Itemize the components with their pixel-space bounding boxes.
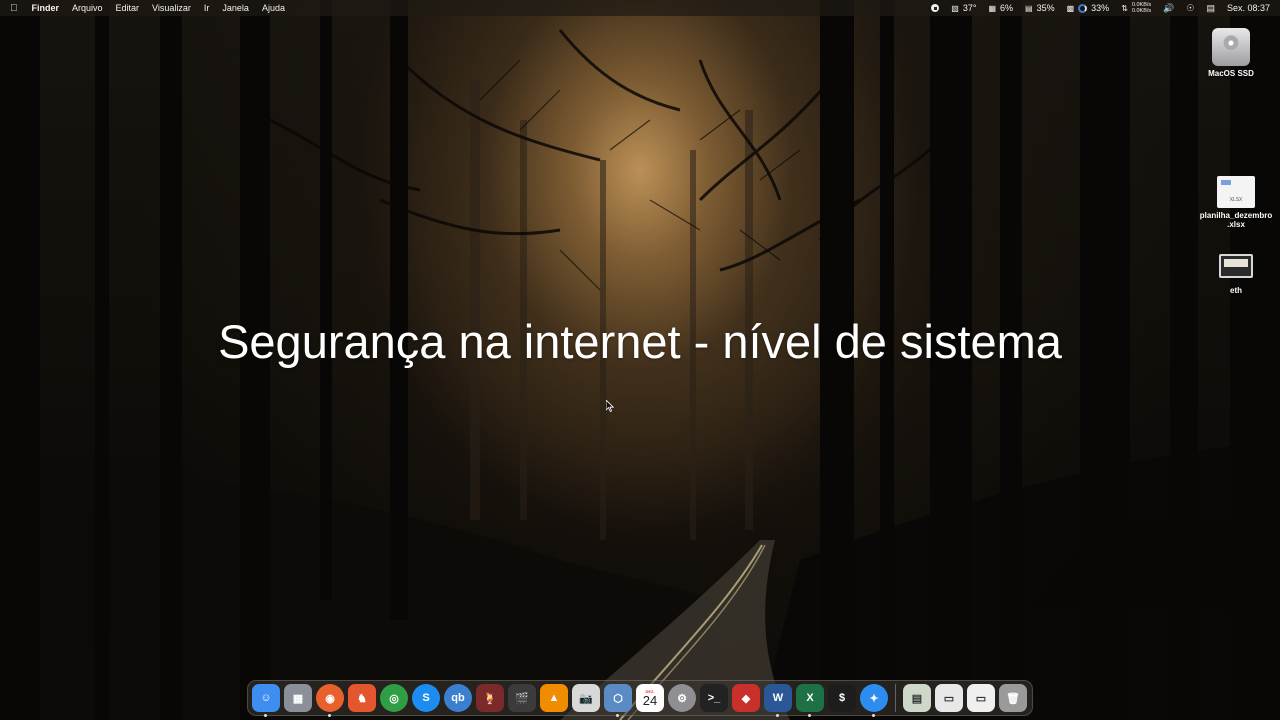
system-preferences-icon[interactable]: ⚙ [668,684,696,712]
disk-status[interactable]: ▩ 33% [1067,3,1110,13]
dock-separator [895,684,896,712]
excel-icon[interactable]: X [796,684,824,717]
network-status[interactable]: ⇅ 0.0KB/s 0.0KB/s [1121,2,1151,14]
clock-status[interactable]: Sex. 08:37 [1227,3,1270,13]
network-arrows-icon: ⇅ [1121,3,1128,13]
control-center-icon[interactable]: ▤ [1206,3,1215,14]
apple-logo-icon[interactable]:  [10,3,18,14]
network-speeds: 0.0KB/s 0.0KB/s [1132,2,1151,14]
virtualbox-icon[interactable]: ⬡ [604,684,632,717]
desktop-icon-label: planilha_dezembro .xlsx [1199,211,1273,229]
shazam-icon[interactable]: S [412,684,440,712]
running-indicator [616,714,619,717]
control-center[interactable]: ▤ [1206,3,1215,14]
volume-status[interactable]: 🔊 [1163,3,1174,14]
menu-app-name[interactable]: Finder [32,3,60,13]
files-stack-icon[interactable]: ▭ [967,684,995,712]
screen-recording-status[interactable] [931,4,940,12]
desktop-icon-eth[interactable]: eth [1195,254,1277,295]
menu-bar:  Finder Arquivo Editar Visualizar Ir Ja… [0,0,1280,16]
disk-value: 33% [1091,3,1110,13]
chrome-icon[interactable]: ◎ [380,684,408,712]
menu-janela[interactable]: Janela [222,3,249,13]
desktop-icon-planilha-dezembro[interactable]: XLSX planilha_dezembro .xlsx [1195,176,1277,229]
file-badge: XLSX [1229,197,1243,203]
crossover-icon[interactable]: ◆ [732,684,760,712]
trash-icon[interactable]: 🗑 [999,684,1027,712]
running-indicator [808,714,811,717]
desktop-icon-macos-ssd[interactable]: MacOS SSD [1190,28,1272,78]
running-indicator [328,714,331,717]
clock-value[interactable]: Sex. 08:37 [1227,3,1270,13]
temperature-value: 37° [962,3,977,13]
brave-icon[interactable]: ♞ [348,684,376,712]
cpu-status[interactable]: ▦ 6% [988,3,1013,13]
cpu-value: 6% [1000,3,1014,13]
desktop-icon-label: eth [1230,286,1242,295]
screenshot-icon[interactable]: 📷 [572,684,600,712]
menu-bar-status: ▧ 37° ▦ 6% ▤ 35% ▩ 33% ⇅ 0.0KB/s 0.0KB/s… [919,0,1270,16]
finder-icon[interactable]: ☺ [252,684,280,717]
user-circle-icon[interactable]: ☉ [1186,3,1194,14]
downloads-stack-icon[interactable]: ▤ [903,684,931,712]
disk-ring-icon [1078,3,1088,13]
wine-icon[interactable]: 🍹 [476,684,504,712]
menu-bar-left:  Finder Arquivo Editar Visualizar Ir Ja… [10,0,298,16]
running-indicator [872,714,875,717]
stop-recording-icon[interactable] [931,4,940,12]
documents-stack-icon[interactable]: ▭ [935,684,963,712]
running-indicator [776,714,779,717]
memory-status[interactable]: ▤ 35% [1025,3,1055,13]
dock: ☺ ▦ ◉ ♞ ◎ Sqb 🍹 🎬 ▲ 📷 ⬡ DEZ. 24 ⚙ >_ ◆ W X $ ✦ ▤ ▭ ▭ 🗑 [247,680,1033,717]
memory-icon: ▤ [1025,3,1033,13]
disk-usage-icon: ▩ [1066,3,1075,13]
qbittorrent-icon[interactable]: qb [444,684,472,712]
screenshot-file-icon[interactable] [1219,254,1253,278]
running-indicator [264,714,267,717]
cpu-icon: ▦ [988,3,997,13]
calendar-day: 24 [642,692,658,708]
calendar-icon[interactable]: DEZ. 24 [636,684,664,712]
hard-disk-icon[interactable] [1212,28,1250,66]
menu-ir[interactable]: Ir [204,3,210,13]
terminal-icon[interactable]: >_ [700,684,728,712]
net-down-value: 0.0KB/s [1131,8,1152,14]
desktop-icon-label: MacOS SSD [1208,69,1254,78]
menu-arquivo[interactable]: Arquivo [72,3,103,13]
console-icon[interactable]: $ [828,684,856,712]
menu-editar[interactable]: Editar [116,3,140,13]
final-cut-pro-icon[interactable]: 🎬 [508,684,536,712]
temperature-status[interactable]: ▧ 37° [951,3,976,13]
desktop-title-overlay: Segurança na internet - nível de sistema [218,315,1062,368]
firefox-icon[interactable]: ◉ [316,684,344,717]
menu-visualizar[interactable]: Visualizar [152,3,191,13]
speaker-icon[interactable]: 🔊 [1163,3,1174,14]
mouse-cursor-icon [606,400,614,412]
vlc-icon[interactable]: ▲ [540,684,568,712]
spreadsheet-file-icon[interactable]: XLSX [1217,176,1255,208]
memory-value: 35% [1036,3,1055,13]
safari-icon[interactable]: ✦ [860,684,888,717]
word-icon[interactable]: W [764,684,792,717]
launchpad-icon[interactable]: ▦ [284,684,312,712]
menu-ajuda[interactable]: Ajuda [262,3,285,13]
thermometer-icon: ▧ [951,3,959,13]
user-status[interactable]: ☉ [1186,3,1194,14]
